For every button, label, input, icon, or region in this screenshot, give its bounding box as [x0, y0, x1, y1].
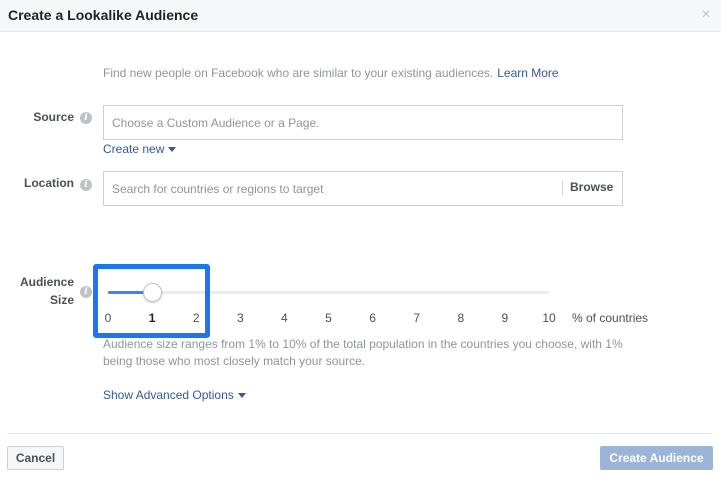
slider-tick-10[interactable]: 10 — [542, 311, 555, 325]
location-label: Location — [24, 176, 74, 190]
close-icon[interactable]: × — [699, 6, 713, 24]
source-input[interactable] — [104, 106, 622, 139]
dialog-header: Create a Lookalike Audience × — [0, 0, 721, 32]
location-field — [103, 171, 623, 206]
slider-unit-label: % of countries — [572, 311, 649, 325]
create-new-dropdown[interactable]: Create new — [103, 142, 177, 156]
slider-tick-8[interactable]: 8 — [457, 311, 464, 325]
show-advanced-options-link[interactable]: Show Advanced Options — [103, 388, 246, 402]
create-new-label: Create new — [103, 142, 165, 156]
lookalike-audience-dialog: Create a Lookalike Audience × Find new p… — [0, 0, 721, 478]
browse-divider — [562, 181, 563, 195]
info-icon[interactable]: i — [80, 286, 92, 298]
caret-down-icon — [237, 393, 246, 399]
audience-size-label: Audience Size — [10, 273, 74, 309]
slider-tick-7[interactable]: 7 — [413, 311, 420, 325]
source-field — [103, 105, 623, 140]
location-input[interactable] — [104, 172, 559, 205]
intro-text: Find new people on Facebook who are simi… — [103, 66, 559, 80]
cancel-button[interactable]: Cancel — [7, 446, 64, 470]
browse-button[interactable]: Browse — [570, 180, 613, 194]
info-icon[interactable]: i — [80, 179, 92, 191]
audience-size-help-text: Audience size ranges from 1% to 10% of t… — [103, 337, 623, 368]
advanced-options-label: Show Advanced Options — [103, 388, 234, 402]
slider-tick-9[interactable]: 9 — [502, 311, 509, 325]
highlight-annotation-box — [93, 264, 210, 338]
info-icon[interactable]: i — [80, 112, 92, 124]
audience-size-label-line1: Audience — [19, 275, 74, 289]
intro-description: Find new people on Facebook who are simi… — [103, 66, 494, 80]
slider-tick-3[interactable]: 3 — [237, 311, 244, 325]
caret-down-icon — [168, 147, 177, 153]
slider-tick-4[interactable]: 4 — [281, 311, 288, 325]
dialog-title: Create a Lookalike Audience — [8, 7, 199, 23]
audience-size-label-line2: Size — [49, 293, 74, 307]
source-label: Source — [33, 110, 74, 124]
footer-divider — [7, 433, 713, 434]
slider-tick-5[interactable]: 5 — [325, 311, 332, 325]
create-audience-button[interactable]: Create Audience — [600, 446, 713, 470]
learn-more-link[interactable]: Learn More — [497, 66, 558, 80]
slider-tick-6[interactable]: 6 — [369, 311, 376, 325]
